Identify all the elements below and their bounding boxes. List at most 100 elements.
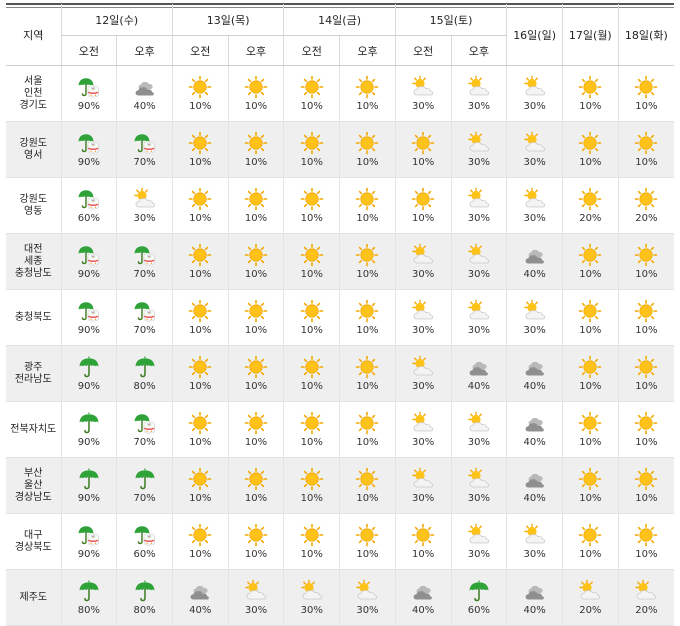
forecast-cell: 30% [506, 289, 563, 346]
umbrella-icon [77, 355, 101, 379]
precip-probability: 90% [77, 325, 100, 336]
forecast-cell: 60% [116, 513, 173, 570]
forecast-cell: 90% [60, 289, 117, 346]
forecast-cell-content: 40% [173, 570, 228, 625]
forecast-cell: 80% [116, 569, 173, 626]
precip-probability: 30% [523, 325, 546, 336]
forecast-cell-content: 30% [507, 178, 562, 233]
forecast-cell: 30% [394, 457, 452, 514]
header-am: 오전 [283, 35, 340, 66]
precip-probability: 10% [579, 325, 602, 336]
forecast-cell: 90% [60, 513, 117, 570]
sun-icon [244, 355, 268, 379]
precip-probability: 10% [579, 101, 602, 112]
forecast-cell-content: 40% [396, 570, 451, 625]
precip-probability: 10% [635, 325, 658, 336]
precip-probability: 10% [189, 213, 212, 224]
rain-snow-icon [77, 243, 101, 267]
table-row: 광주 전라남도 90% 80% 10% 10% 10% 10% 30% 40% 40% 10% 10% [6, 345, 674, 402]
cloudy-icon [411, 579, 435, 603]
table-row: 대구 경상북도 90% 60% 10% 10% 10% 10% 10% 30% 30% 10% 10% [6, 513, 674, 570]
forecast-cell-content: 10% [173, 514, 228, 569]
precip-probability: 10% [189, 549, 212, 560]
region-cell: 대구 경상북도 [6, 513, 61, 570]
precip-probability: 30% [467, 213, 490, 224]
forecast-cell-content: 30% [117, 178, 172, 233]
precip-probability: 10% [635, 493, 658, 504]
forecast-cell-content: 10% [284, 122, 339, 177]
header-region: 지역 [6, 4, 61, 66]
forecast-cell-content: 10% [340, 178, 395, 233]
forecast-cell: 10% [394, 513, 452, 570]
sun-icon [634, 243, 658, 267]
rain-snow-icon [77, 131, 101, 155]
region-name-line: 강원도 [19, 137, 48, 149]
sun-icon [578, 187, 602, 211]
sun-icon [244, 131, 268, 155]
partly-cloudy-icon [523, 299, 547, 323]
forecast-cell: 10% [171, 289, 229, 346]
header-day-12: 12일(수) [60, 4, 173, 36]
forecast-cell-content: 10% [284, 234, 339, 289]
forecast-cell-content: 10% [340, 122, 395, 177]
partly-cloudy-icon [523, 131, 547, 155]
precip-probability: 30% [523, 157, 546, 168]
forecast-cell-content: 10% [284, 514, 339, 569]
partly-cloudy-icon [411, 411, 435, 435]
forecast-cell: 10% [617, 345, 674, 402]
forecast-cell: 30% [450, 457, 507, 514]
forecast-cell: 10% [561, 65, 619, 122]
sun-icon [355, 523, 379, 547]
forecast-cell: 20% [561, 177, 619, 234]
partly-cloudy-icon [133, 187, 157, 211]
forecast-cell: 40% [506, 457, 563, 514]
forecast-cell-content: 40% [117, 66, 172, 121]
precip-probability: 60% [133, 549, 156, 560]
precip-probability: 30% [523, 101, 546, 112]
precip-probability: 70% [133, 157, 156, 168]
forecast-cell-content: 40% [507, 402, 562, 457]
precip-probability: 40% [523, 269, 546, 280]
forecast-cell: 10% [617, 233, 674, 290]
precip-probability: 90% [77, 269, 100, 280]
forecast-cell-content: 10% [229, 178, 284, 233]
forecast-cell-content: 30% [396, 346, 451, 401]
precip-probability: 10% [412, 213, 435, 224]
precip-probability: 10% [356, 325, 379, 336]
sun-icon [244, 243, 268, 267]
forecast-cell: 10% [227, 513, 284, 570]
forecast-cell-content: 10% [340, 514, 395, 569]
forecast-cell: 30% [506, 177, 563, 234]
forecast-cell-content: 60% [117, 514, 172, 569]
rain-snow-icon [77, 75, 101, 99]
region-name-line: 부산 [24, 467, 43, 479]
precip-probability: 30% [412, 437, 435, 448]
forecast-cell-content: 10% [619, 234, 674, 289]
region-cell: 전북자치도 [6, 401, 61, 458]
precip-probability: 30% [467, 157, 490, 168]
table-row: 제주도 80% 80% 40% 30% 30% 30% 40% 60% 40% 20% 20% [6, 569, 674, 626]
forecast-cell-content: 30% [452, 290, 507, 345]
sun-icon [634, 75, 658, 99]
forecast-cell-content: 10% [619, 66, 674, 121]
region-cell: 충청북도 [6, 289, 61, 346]
forecast-cell: 30% [394, 345, 452, 402]
forecast-cell-content: 10% [173, 290, 228, 345]
sun-icon [578, 411, 602, 435]
forecast-cell: 10% [283, 121, 340, 178]
forecast-cell: 30% [283, 569, 340, 626]
forecast-cell: 40% [450, 345, 507, 402]
cloudy-icon [467, 355, 491, 379]
umbrella-icon [133, 579, 157, 603]
sun-icon [355, 187, 379, 211]
precip-probability: 30% [412, 325, 435, 336]
region-name-line: 강원도 [19, 193, 48, 205]
precip-probability: 90% [77, 437, 100, 448]
precip-probability: 40% [523, 605, 546, 616]
forecast-cell-content: 30% [452, 178, 507, 233]
umbrella-icon [467, 579, 491, 603]
precip-probability: 10% [244, 213, 268, 224]
region-name-line: 대구 [24, 529, 43, 541]
forecast-cell: 10% [339, 65, 396, 122]
forecast-cell: 10% [227, 233, 284, 290]
